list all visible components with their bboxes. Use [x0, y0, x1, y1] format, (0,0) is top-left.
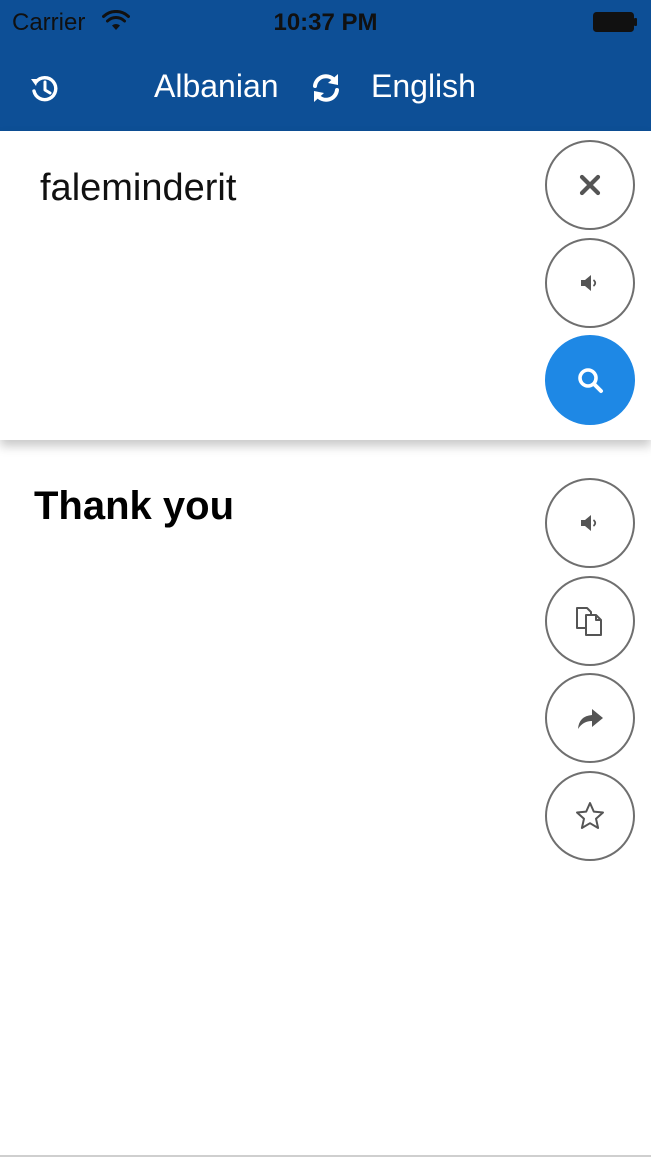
- speak-source-button[interactable]: [545, 238, 635, 328]
- translated-text: Thank you: [34, 484, 235, 528]
- clear-button[interactable]: [545, 140, 635, 230]
- speaker-icon: [581, 515, 597, 531]
- history-icon[interactable]: [28, 72, 62, 106]
- language-bar: Albanian English: [0, 44, 651, 131]
- translate-search-button[interactable]: [545, 335, 635, 425]
- clear-icon: [579, 174, 601, 196]
- status-bar: Carrier 10:37 PM: [0, 0, 651, 44]
- input-panel: faleminderit: [0, 131, 651, 440]
- swap-languages-icon[interactable]: [309, 71, 343, 105]
- share-button[interactable]: [545, 673, 635, 763]
- copy-button[interactable]: [545, 576, 635, 666]
- copy-icon: [576, 607, 602, 636]
- target-language-button[interactable]: English: [371, 68, 476, 105]
- star-icon: [576, 802, 604, 829]
- battery-icon: [593, 12, 637, 32]
- share-icon: [578, 709, 603, 729]
- clock: 10:37 PM: [273, 9, 378, 36]
- output-panel: Thank you: [0, 440, 651, 1157]
- speak-translation-button[interactable]: [545, 478, 635, 568]
- source-text-input[interactable]: faleminderit: [40, 167, 236, 210]
- search-icon: [578, 368, 603, 393]
- speaker-icon: [581, 275, 597, 291]
- favorite-button[interactable]: [545, 771, 635, 861]
- source-language-button[interactable]: Albanian: [154, 68, 279, 105]
